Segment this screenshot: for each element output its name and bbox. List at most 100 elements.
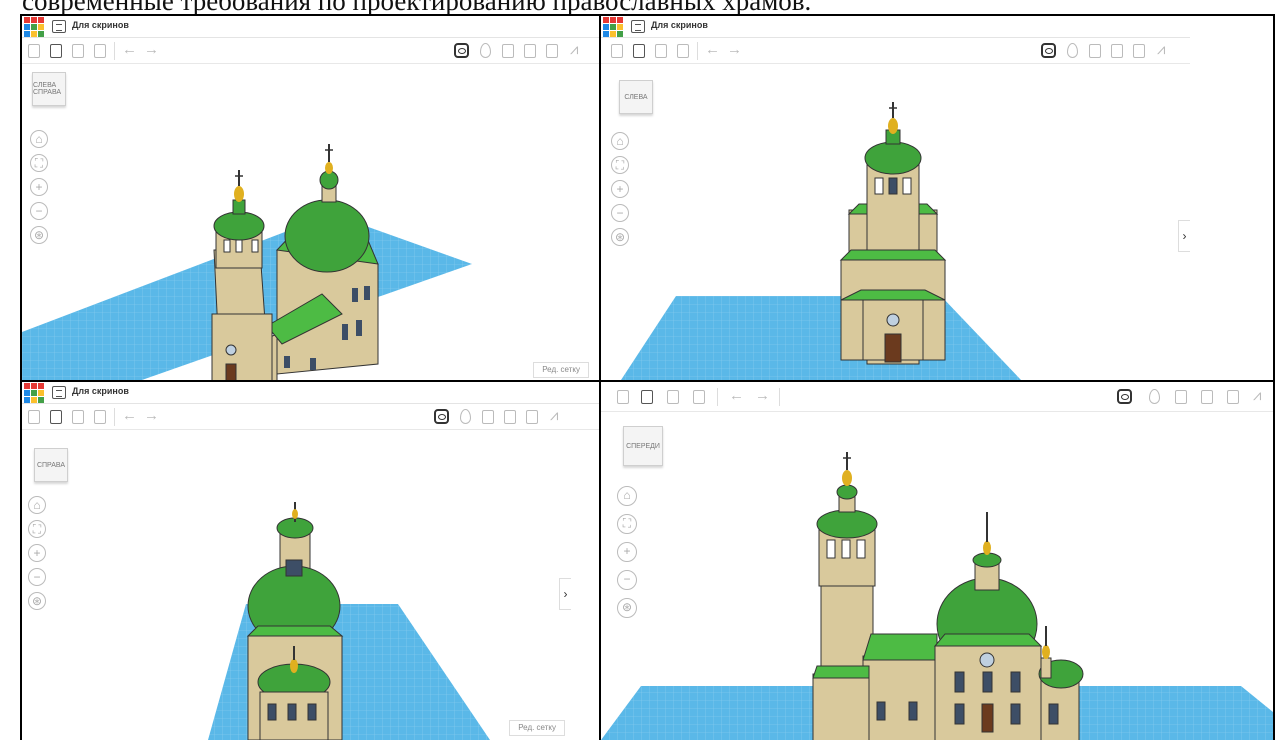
group-icon[interactable] — [524, 44, 536, 58]
delete-icon[interactable] — [693, 390, 705, 404]
design-title[interactable]: Для скринов — [651, 20, 708, 30]
tinkercad-logo[interactable] — [603, 17, 623, 37]
view-icon[interactable] — [434, 409, 449, 424]
home-icon[interactable]: ⌂ — [30, 130, 48, 148]
toolbar-separator — [114, 408, 115, 426]
menu-icon[interactable] — [631, 20, 645, 33]
undo-icon[interactable]: ← — [122, 406, 137, 426]
design-title[interactable]: Для скринов — [72, 20, 129, 30]
screenshot-panel-4: ← → ⩘ СПЕРЕДИ ⌂ ⛶ + − ⊛ — [601, 382, 1273, 740]
tinkercad-logo[interactable] — [24, 383, 44, 403]
fit-icon[interactable]: ⛶ — [611, 156, 629, 174]
group-icon[interactable] — [504, 410, 516, 424]
redo-icon[interactable]: → — [144, 40, 159, 60]
viewcube[interactable]: СЛЕВА СПРАВА — [32, 72, 66, 106]
menu-icon[interactable] — [52, 20, 66, 33]
light-icon[interactable] — [1067, 43, 1078, 58]
align-icon[interactable] — [526, 410, 538, 424]
undo-icon[interactable]: ← — [705, 40, 720, 60]
menu-icon[interactable] — [52, 386, 66, 399]
light-icon[interactable] — [1149, 389, 1160, 404]
logo-tile — [24, 31, 30, 37]
viewcube[interactable]: СПРАВА — [34, 448, 68, 482]
fit-icon[interactable]: ⛶ — [617, 514, 637, 534]
logo-tile — [610, 31, 616, 37]
zoom-in-icon[interactable]: + — [611, 180, 629, 198]
logo-tile — [38, 17, 44, 23]
mirror-icon[interactable]: ⩘ — [570, 40, 578, 60]
paste-icon[interactable] — [50, 410, 62, 424]
redo-icon[interactable]: → — [144, 406, 159, 426]
redo-icon[interactable]: → — [755, 386, 770, 406]
duplicate-icon[interactable] — [655, 44, 667, 58]
logo-tile — [617, 31, 623, 37]
delete-icon[interactable] — [677, 44, 689, 58]
workplane-viewport[interactable]: СЛЕВА ⌂ ⛶ + − ⊛ › — [601, 64, 1190, 380]
zoom-out-icon[interactable]: − — [30, 202, 48, 220]
logo-tile — [610, 24, 616, 30]
copy-icon[interactable] — [28, 44, 40, 58]
view-icon[interactable] — [1041, 43, 1056, 58]
zoom-in-icon[interactable]: + — [617, 542, 637, 562]
view-icon[interactable] — [454, 43, 469, 58]
paste-icon[interactable] — [50, 44, 62, 58]
redo-icon[interactable]: → — [727, 40, 742, 60]
undo-icon[interactable]: ← — [729, 386, 744, 406]
shape-icon[interactable] — [1089, 44, 1101, 58]
delete-icon[interactable] — [94, 44, 106, 58]
undo-icon[interactable]: ← — [122, 40, 137, 60]
copy-icon[interactable] — [28, 410, 40, 424]
toolbar-separator — [779, 388, 780, 406]
orthographic-icon[interactable]: ⊛ — [30, 226, 48, 244]
shape-icon[interactable] — [1175, 390, 1187, 404]
zoom-in-icon[interactable]: + — [28, 544, 46, 562]
fit-icon[interactable]: ⛶ — [30, 154, 48, 172]
orthographic-icon[interactable]: ⊛ — [611, 228, 629, 246]
mirror-icon[interactable]: ⩘ — [550, 406, 558, 426]
duplicate-icon[interactable] — [72, 410, 84, 424]
panel-toggle-arrow[interactable]: › — [1178, 220, 1190, 252]
viewcube[interactable]: СЛЕВА — [619, 80, 653, 114]
orthographic-icon[interactable]: ⊛ — [28, 592, 46, 610]
duplicate-icon[interactable] — [72, 44, 84, 58]
group-icon[interactable] — [1201, 390, 1213, 404]
workplane-viewport[interactable]: СЛЕВА СПРАВА ⌂ ⛶ + − ⊛ Ред. сетку — [22, 64, 599, 380]
paste-icon[interactable] — [641, 390, 653, 404]
align-icon[interactable] — [1133, 44, 1145, 58]
zoom-out-icon[interactable]: − — [611, 204, 629, 222]
view-icon[interactable] — [1117, 389, 1132, 404]
fit-icon[interactable]: ⛶ — [28, 520, 46, 538]
copy-icon[interactable] — [617, 390, 629, 404]
home-icon[interactable]: ⌂ — [28, 496, 46, 514]
group-icon[interactable] — [1111, 44, 1123, 58]
home-icon[interactable]: ⌂ — [611, 132, 629, 150]
delete-icon[interactable] — [94, 410, 106, 424]
workplane-viewport[interactable]: СПЕРЕДИ ⌂ ⛶ + − ⊛ — [601, 412, 1273, 740]
logo-tile — [38, 31, 44, 37]
panel-toggle-arrow[interactable]: › — [559, 578, 571, 610]
mirror-icon[interactable]: ⩘ — [1157, 40, 1165, 60]
screenshot-panel-2: Для скринов ← → ⩘ СЛЕВА ⌂ ⛶ + − ⊛ › — [601, 16, 1190, 380]
mirror-icon[interactable]: ⩘ — [1253, 386, 1261, 406]
workplane-viewport[interactable]: СПРАВА ⌂ ⛶ + − ⊛ › Ред. сетку — [22, 430, 599, 740]
zoom-out-icon[interactable]: − — [28, 568, 46, 586]
home-icon[interactable]: ⌂ — [617, 486, 637, 506]
design-title[interactable]: Для скринов — [72, 386, 129, 396]
duplicate-icon[interactable] — [667, 390, 679, 404]
copy-icon[interactable] — [611, 44, 623, 58]
tinkercad-logo[interactable] — [24, 17, 44, 37]
shape-icon[interactable] — [482, 410, 494, 424]
orthographic-icon[interactable]: ⊛ — [617, 598, 637, 618]
edit-grid-button[interactable]: Ред. сетку — [509, 720, 565, 736]
zoom-out-icon[interactable]: − — [617, 570, 637, 590]
align-icon[interactable] — [1227, 390, 1239, 404]
align-icon[interactable] — [546, 44, 558, 58]
viewcube[interactable]: СПЕРЕДИ — [623, 426, 663, 466]
edit-grid-button[interactable]: Ред. сетку — [533, 362, 589, 378]
light-icon[interactable] — [460, 409, 471, 424]
paste-icon[interactable] — [633, 44, 645, 58]
shape-icon[interactable] — [502, 44, 514, 58]
title-bar: Для скринов — [22, 382, 599, 404]
light-icon[interactable] — [480, 43, 491, 58]
zoom-in-icon[interactable]: + — [30, 178, 48, 196]
